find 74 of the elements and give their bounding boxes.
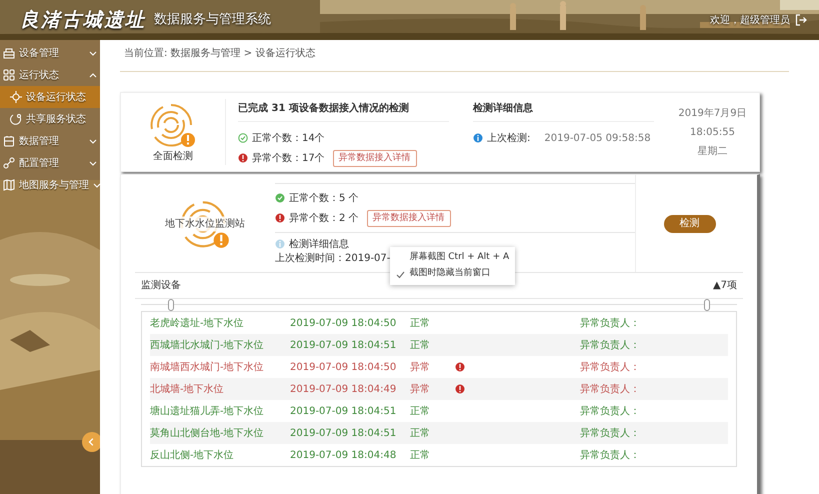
table-cell-text: 南城墙西水城门-地下水位 xyxy=(150,360,265,374)
sidebar-subitem[interactable]: 设备运行状态 xyxy=(0,86,100,108)
weekday-text: 星期二 xyxy=(698,144,728,158)
menu-item[interactable]: 截图时隐藏当前窗口 xyxy=(390,266,516,282)
normal-count: 正常个数：14个 xyxy=(252,132,325,146)
sidebar-item[interactable]: 数据管理 xyxy=(0,130,100,152)
abnormal-count: 异常个数：17个 xyxy=(252,152,325,166)
table-cell-text: 异常负责人： xyxy=(580,404,641,418)
table-cell-text: 西城墙北水城门-地下水位 xyxy=(150,338,265,352)
table-cell-text: 异常负责人： xyxy=(580,316,641,330)
summary-title: 已完成 31 项设备数据接入情况的检测 xyxy=(238,101,449,122)
table-cell-text: 异常负责人： xyxy=(580,426,641,440)
table-cell-text: 正常 xyxy=(410,316,431,330)
table-cell-text: 老虎岭遗址-地下水位 xyxy=(150,316,245,330)
abnormal-count: 异常个数：2 个 xyxy=(289,212,359,226)
database-icon xyxy=(3,135,15,147)
check-button[interactable]: 检测 xyxy=(664,214,716,232)
table-cell-text: 2019-07-09 18:04:51 xyxy=(290,338,398,352)
details-button[interactable]: 异常数据接入详情 xyxy=(366,210,451,226)
sidebar-item[interactable]: 配置管理 xyxy=(0,152,100,174)
table-cell-text: 异常负责人： xyxy=(580,382,641,396)
info-icon xyxy=(473,133,483,143)
slider-handle[interactable] xyxy=(168,299,174,311)
table-cell-text: 正常 xyxy=(410,448,431,462)
info-icon xyxy=(275,239,285,249)
error-icon xyxy=(455,384,465,394)
error-icon xyxy=(238,153,248,163)
table-cell-text: 2019-07-09 18:04:50 xyxy=(290,360,398,374)
table-cell-text: 北城墙-地下水位 xyxy=(150,382,225,396)
table-cell-text: 2019-07-09 18:04:48 xyxy=(290,448,398,462)
details-button[interactable]: 异常数据接入详情 xyxy=(332,150,417,166)
table-cell-text: 塘山遗址猫儿弄-地下水位 xyxy=(150,404,265,418)
table-cell-text: 反山北侧-地下水位 xyxy=(150,448,235,462)
error-icon xyxy=(455,362,465,372)
last-check-label: 上次检测: xyxy=(487,132,530,146)
table-cell-text: 正常 xyxy=(410,426,431,440)
check-circle-icon xyxy=(238,133,248,143)
table-cell-text: 异常负责人： xyxy=(580,338,641,352)
table-cell-text: 异常 xyxy=(410,382,431,396)
grid-icon xyxy=(3,69,15,81)
date-text: 2019年7月9日 xyxy=(678,106,747,120)
table-cell-text: 异常 xyxy=(410,360,431,374)
detail-title: 检测详细信息 xyxy=(289,238,349,252)
check-circle-icon xyxy=(275,193,285,203)
section-title: 监测设备 xyxy=(141,278,181,293)
sidebar-item[interactable]: 设备管理 xyxy=(0,42,100,64)
sidebar-subitem[interactable]: 共享服务状态 xyxy=(0,108,100,130)
normal-count: 正常个数：5 个 xyxy=(289,192,359,206)
device-icon xyxy=(3,47,15,59)
menu-item[interactable]: 屏幕截图 Ctrl + Alt + A xyxy=(390,250,516,266)
table-cell-text: 2019-07-09 18:04:51 xyxy=(290,404,398,418)
table-cell-text: 2019-07-09 18:04:50 xyxy=(290,316,398,330)
station-name: 地下水水位监测站 xyxy=(165,216,245,231)
scan-label: 全面检测 xyxy=(153,150,193,164)
slider-handle[interactable] xyxy=(704,299,710,311)
table-cell-text: 正常 xyxy=(410,404,431,418)
detail-title: 检测详细信息 xyxy=(473,101,654,122)
link-icon xyxy=(3,157,15,169)
last-check-time: 上次检测时间：2019-07- xyxy=(275,253,390,264)
table-cell-text: 2019-07-09 18:04:49 xyxy=(290,382,398,396)
time-text: 18:05:55 xyxy=(690,126,735,140)
table-cell-text: 异常负责人： xyxy=(580,360,641,374)
error-icon xyxy=(275,213,285,223)
target-icon xyxy=(10,91,22,103)
table-cell-text: 2019-07-09 18:04:51 xyxy=(290,426,398,440)
map-icon xyxy=(3,179,15,191)
breadcrumb: 当前位置: 数据服务与管理 > 设备运行状态 xyxy=(120,46,789,72)
item-count: ▲7项 xyxy=(712,279,737,293)
last-check-time: 2019-07-05 09:58:58 xyxy=(544,132,651,146)
sidebar-item[interactable]: 地图服务与管理 xyxy=(0,174,100,196)
sidebar-item[interactable]: 运行状态 xyxy=(0,64,100,86)
table-cell-text: 异常负责人： xyxy=(580,448,641,462)
table-cell-text: 莫角山北侧台地-地下水位 xyxy=(150,426,265,440)
table-cell-text: 正常 xyxy=(410,338,431,352)
